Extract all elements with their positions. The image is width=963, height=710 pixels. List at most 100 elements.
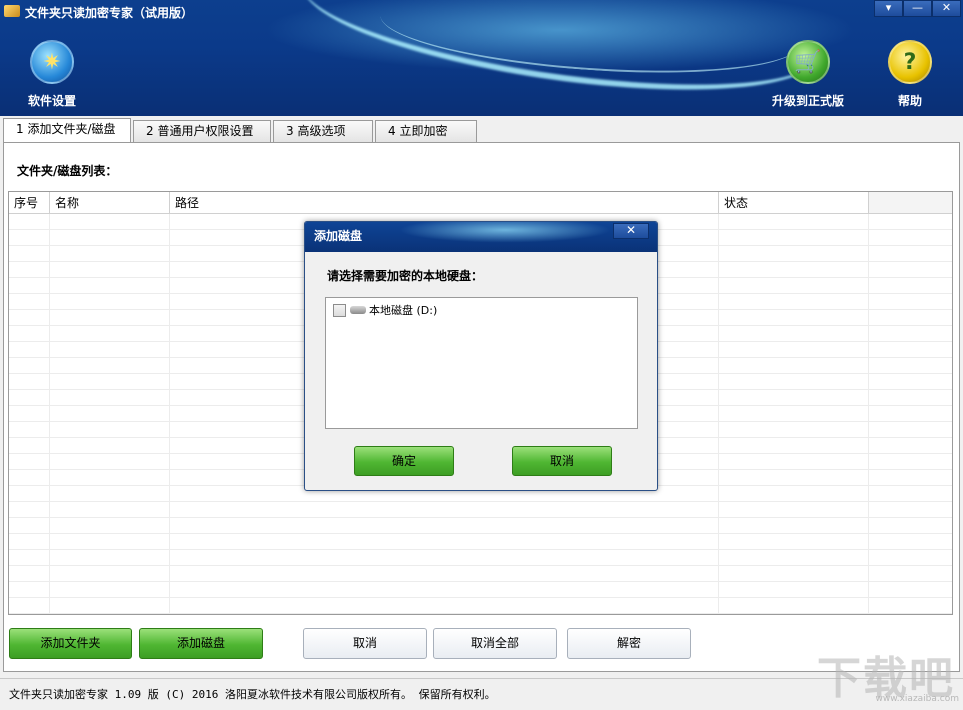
table-cell <box>170 582 719 597</box>
table-cell <box>9 374 50 389</box>
table-cell <box>719 358 869 373</box>
gear-icon: ✷ <box>30 40 74 84</box>
tab-bar: 1 添加文件夹/磁盘 2 普通用户权限设置 3 高级选项 4 立即加密 <box>3 118 479 142</box>
table-cell <box>9 230 50 245</box>
table-cell <box>9 326 50 341</box>
table-cell <box>9 486 50 501</box>
table-cell <box>9 534 50 549</box>
close-button[interactable]: ✕ <box>932 0 961 17</box>
table-cell <box>9 550 50 565</box>
table-cell <box>719 374 869 389</box>
column-header-status[interactable]: 状态 <box>719 192 869 213</box>
table-cell <box>9 358 50 373</box>
shopping-cart-icon: 🛒 <box>786 40 830 84</box>
help-button[interactable]: ? 帮助 <box>886 40 934 109</box>
table-cell <box>50 406 170 421</box>
disk-list[interactable]: 本地磁盘 (D:) <box>325 297 638 429</box>
table-cell <box>9 470 50 485</box>
table-cell <box>719 438 869 453</box>
upgrade-button[interactable]: 🛒 升级到正式版 <box>764 40 852 109</box>
table-row <box>9 582 952 598</box>
table-cell <box>50 342 170 357</box>
disk-checkbox[interactable] <box>333 303 346 317</box>
table-cell <box>9 422 50 437</box>
table-cell <box>9 294 50 309</box>
table-cell <box>9 518 50 533</box>
add-folder-button[interactable]: 添加文件夹 <box>9 628 132 659</box>
table-row <box>9 518 952 534</box>
table-cell <box>50 550 170 565</box>
table-cell <box>9 582 50 597</box>
tab-advanced-options[interactable]: 3 高级选项 <box>273 120 373 142</box>
dialog-ok-button[interactable]: 确定 <box>354 446 454 476</box>
table-cell <box>50 534 170 549</box>
table-cell <box>9 262 50 277</box>
column-header-index[interactable]: 序号 <box>9 192 50 213</box>
table-cell <box>50 598 170 613</box>
watermark-url: www.xiazaiba.com <box>875 694 959 704</box>
table-cell <box>50 358 170 373</box>
table-cell <box>719 310 869 325</box>
table-cell <box>719 294 869 309</box>
column-header-path[interactable]: 路径 <box>170 192 719 213</box>
table-row <box>9 598 952 614</box>
app-header: 文件夹只读加密专家（试用版） ▾ — ✕ ✷ 软件设置 🛒 升级到正式版 ? 帮… <box>0 0 963 116</box>
dialog-title: 添加磁盘 <box>314 229 363 243</box>
window-controls: ▾ — ✕ <box>874 0 961 17</box>
table-cell <box>50 454 170 469</box>
table-cell <box>9 246 50 261</box>
tab-add-folder-disk[interactable]: 1 添加文件夹/磁盘 <box>3 118 131 142</box>
table-cell <box>719 230 869 245</box>
disk-list-item[interactable]: 本地磁盘 (D:) <box>333 302 437 318</box>
table-cell <box>719 486 869 501</box>
dialog-cancel-button[interactable]: 取消 <box>512 446 612 476</box>
table-cell <box>719 214 869 229</box>
table-cell <box>9 310 50 325</box>
table-cell <box>170 550 719 565</box>
table-cell <box>50 566 170 581</box>
decrypt-button[interactable]: 解密 <box>567 628 691 659</box>
table-cell <box>9 566 50 581</box>
tab-encrypt-now[interactable]: 4 立即加密 <box>375 120 477 142</box>
table-cell <box>719 278 869 293</box>
table-cell <box>50 486 170 501</box>
table-cell <box>719 342 869 357</box>
tab-user-permissions[interactable]: 2 普通用户权限设置 <box>133 120 271 142</box>
add-disk-dialog: 添加磁盘 ✕ 请选择需要加密的本地硬盘： 本地磁盘 (D:) 确定 取消 <box>304 221 658 491</box>
settings-button[interactable]: ✷ 软件设置 <box>22 40 82 109</box>
table-cell <box>719 422 869 437</box>
hard-disk-icon <box>350 306 366 314</box>
minimize-button[interactable]: — <box>903 0 932 17</box>
table-cell <box>50 470 170 485</box>
table-row <box>9 566 952 582</box>
table-cell <box>719 534 869 549</box>
cancel-button[interactable]: 取消 <box>303 628 427 659</box>
menu-dropdown-icon[interactable]: ▾ <box>874 0 903 17</box>
table-cell <box>170 502 719 517</box>
table-cell <box>50 230 170 245</box>
table-cell <box>50 518 170 533</box>
cancel-all-button[interactable]: 取消全部 <box>433 628 557 659</box>
table-cell <box>719 246 869 261</box>
table-cell <box>9 390 50 405</box>
table-cell <box>50 502 170 517</box>
table-cell <box>719 390 869 405</box>
table-cell <box>9 214 50 229</box>
table-cell <box>9 454 50 469</box>
settings-label: 软件设置 <box>27 94 76 108</box>
table-cell <box>9 438 50 453</box>
dialog-close-icon[interactable]: ✕ <box>613 223 649 239</box>
upgrade-label: 升级到正式版 <box>771 94 844 108</box>
window-title: 文件夹只读加密专家（试用版） <box>25 6 194 20</box>
column-header-filler <box>869 192 952 213</box>
table-cell <box>9 342 50 357</box>
help-icon: ? <box>888 40 932 84</box>
table-cell <box>50 294 170 309</box>
add-disk-button[interactable]: 添加磁盘 <box>139 628 263 659</box>
table-cell <box>9 502 50 517</box>
column-header-name[interactable]: 名称 <box>50 192 170 213</box>
app-logo-icon <box>4 5 20 17</box>
disk-label: 本地磁盘 (D:) <box>369 304 438 317</box>
table-cell <box>50 422 170 437</box>
table-cell <box>719 566 869 581</box>
